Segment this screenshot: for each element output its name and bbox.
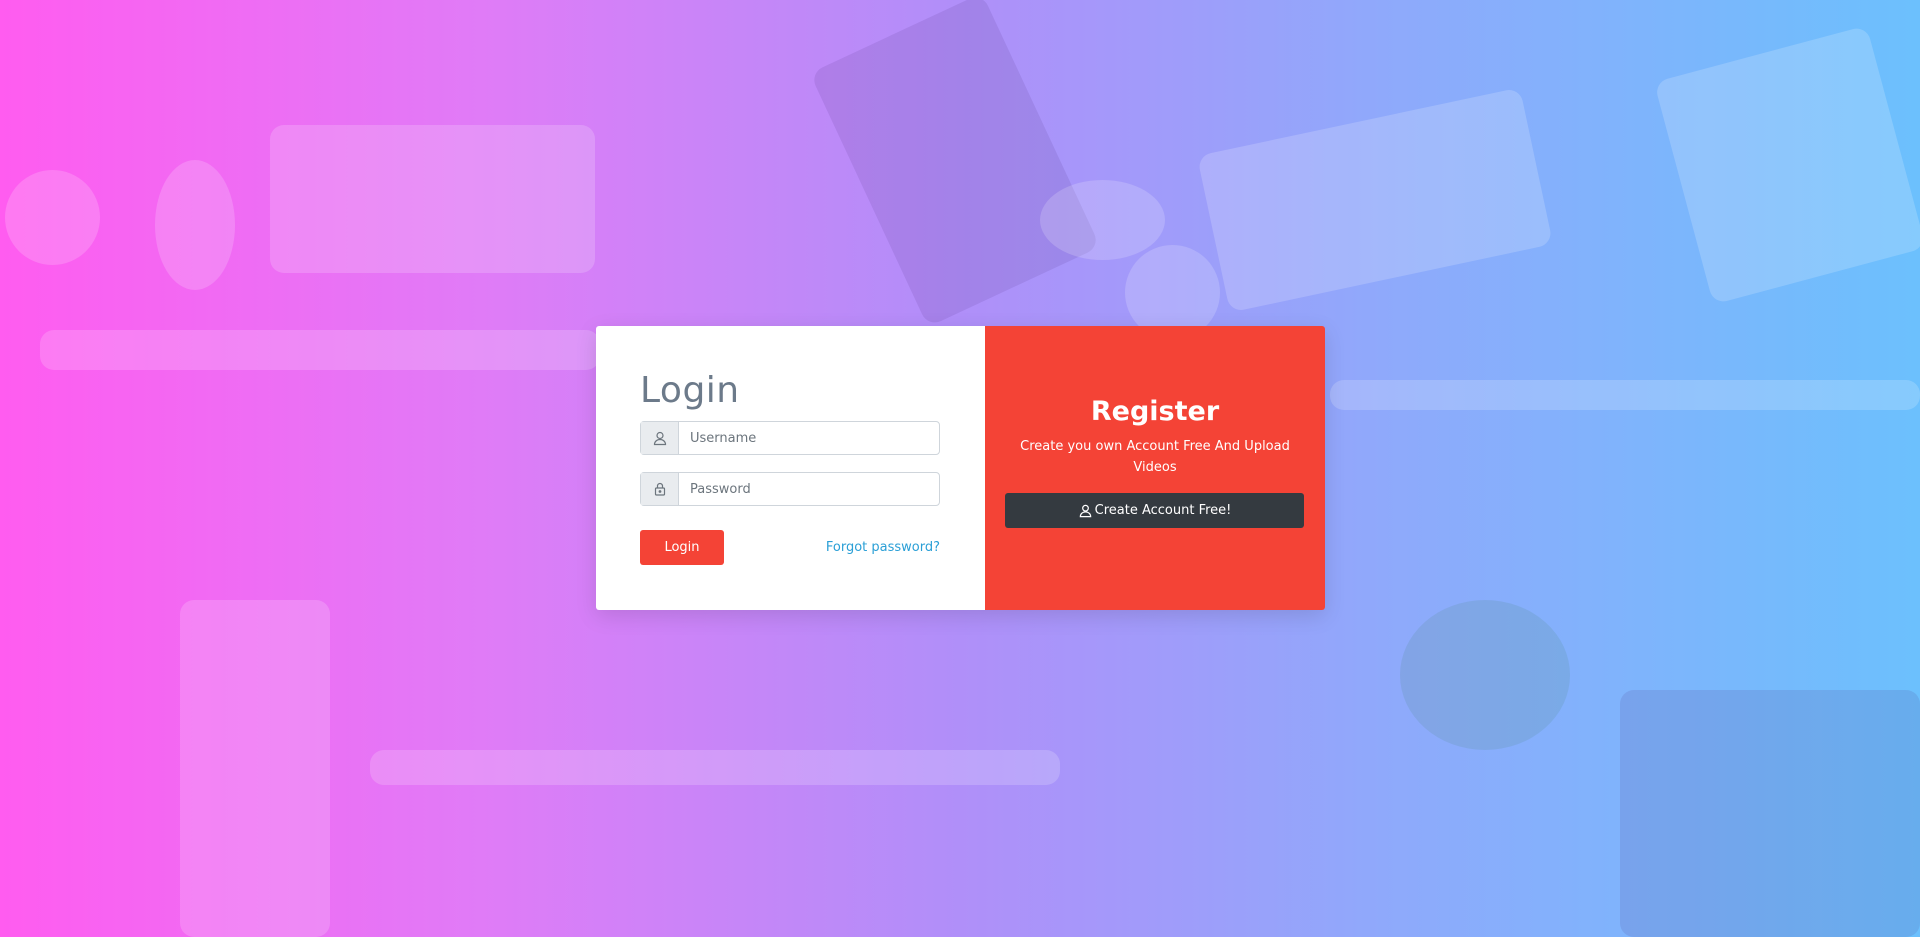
monitor-decoration-right bbox=[1330, 380, 1920, 410]
user-icon bbox=[1078, 503, 1093, 518]
password-input[interactable] bbox=[679, 473, 939, 505]
monitor-decoration bbox=[40, 330, 600, 370]
keyboard-decoration-right bbox=[1196, 87, 1554, 313]
forgot-password-link[interactable]: Forgot password? bbox=[826, 540, 940, 555]
mouse-decoration bbox=[155, 160, 235, 290]
paper-decoration bbox=[809, 0, 1101, 328]
mouse-decoration-right bbox=[1040, 180, 1165, 260]
register-panel: Register Create you own Account Free And… bbox=[985, 326, 1325, 610]
create-account-label: Create Account Free! bbox=[1094, 503, 1232, 518]
register-title: Register bbox=[1090, 396, 1220, 427]
user-icon bbox=[641, 422, 679, 454]
auth-card: Login Username Login Forgot password? Re… bbox=[596, 326, 1325, 610]
plant-decoration bbox=[1400, 600, 1570, 750]
lock-icon bbox=[641, 473, 679, 505]
cup-decoration bbox=[5, 170, 100, 265]
notebook-decoration bbox=[1653, 25, 1920, 305]
monitor-decoration-bottom bbox=[370, 750, 1060, 785]
login-button[interactable]: Login bbox=[640, 530, 724, 565]
login-panel: Login Username Login Forgot password? bbox=[596, 326, 985, 610]
create-account-button[interactable]: Create Account Free! bbox=[1005, 493, 1304, 528]
binder-decoration bbox=[180, 600, 330, 937]
username-input-group bbox=[640, 421, 940, 455]
password-input-group bbox=[640, 472, 940, 506]
background: Login Username Login Forgot password? Re… bbox=[0, 0, 1920, 937]
login-title: Login bbox=[640, 370, 740, 411]
username-input[interactable] bbox=[679, 422, 939, 454]
register-subtitle: Create you own Account Free And Upload V… bbox=[1020, 439, 1290, 475]
laptop-decoration bbox=[1620, 690, 1920, 937]
keyboard-decoration bbox=[270, 125, 595, 273]
